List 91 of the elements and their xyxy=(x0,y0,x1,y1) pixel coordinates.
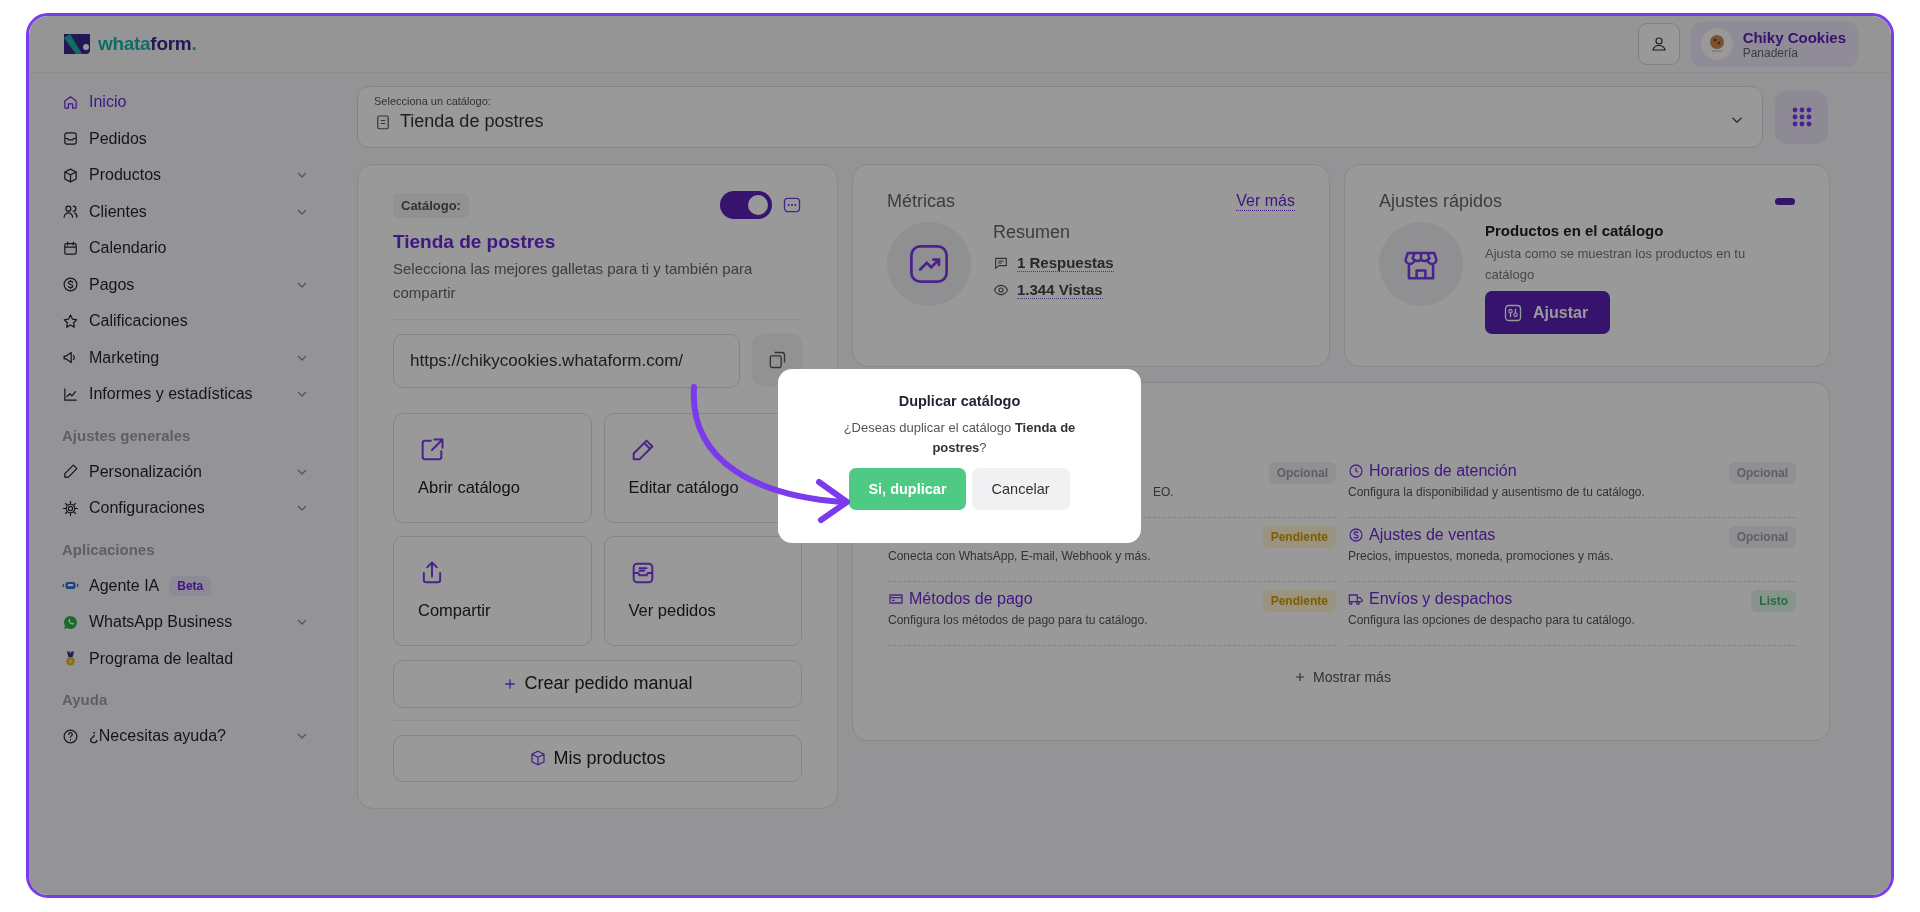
calendar-icon xyxy=(62,239,79,257)
catalog-title: Tienda de postres xyxy=(393,231,557,253)
sidebar-item[interactable]: Pedidos xyxy=(62,120,310,157)
clock-icon xyxy=(1348,463,1364,479)
checklist-description: Configura las opciones de despacho para tu catálogo. xyxy=(1348,613,1635,627)
sliders-icon xyxy=(1503,302,1523,323)
pager-indicator[interactable] xyxy=(1775,198,1795,205)
checklist-description: Conecta con WhatsApp, E-mail, Webhook y más. xyxy=(888,549,1151,563)
gear-icon xyxy=(62,499,79,517)
more-icon[interactable] xyxy=(782,195,802,215)
checklist-link[interactable]: Horarios de atención xyxy=(1348,462,1645,480)
checklist-description: Precios, impuestos, moneda, promociones y más. xyxy=(1348,549,1614,563)
status-badge: Pendiente xyxy=(1262,526,1336,548)
dollar-icon xyxy=(1348,527,1364,543)
user-button[interactable] xyxy=(1637,23,1680,65)
user-icon xyxy=(1649,35,1668,53)
eye-icon xyxy=(993,282,1009,298)
metric-value[interactable]: 1.344 Vistas xyxy=(1017,281,1103,299)
show-more-button[interactable]: Mostrar más xyxy=(1287,668,1397,686)
checklist-description: Configura los métodos de pago para tu catálogo. xyxy=(888,613,1148,627)
inbox-icon xyxy=(62,130,79,148)
metric-value[interactable]: 1 Respuestas xyxy=(1017,254,1114,272)
account-role: Panadería xyxy=(1742,45,1799,60)
dollar-icon xyxy=(62,276,79,294)
toggle-switch[interactable] xyxy=(720,191,772,219)
help-icon xyxy=(62,727,79,745)
sidebar-item[interactable]: Marketing xyxy=(62,339,310,376)
select-label: Selecciona un catálogo: xyxy=(374,95,492,107)
action-tile[interactable]: Abrir catálogo xyxy=(393,413,592,523)
account-chip[interactable]: Chiky Cookies Panadería xyxy=(1690,21,1858,67)
see-more-link[interactable]: Ver más xyxy=(1236,192,1295,211)
sidebar-item[interactable]: Configuraciones xyxy=(62,490,310,527)
checklist-link[interactable]: Métodos de pago xyxy=(888,590,1148,608)
setting-title: Productos en el catálogo xyxy=(1485,222,1665,239)
action-tile[interactable]: Ver pedidos xyxy=(603,536,802,646)
sidebar-heading: Ayuda xyxy=(62,690,109,710)
sidebar-item[interactable]: Inicio xyxy=(62,84,310,121)
url-field[interactable]: https://chikycookies.whataform.com/ xyxy=(393,334,740,388)
select-value: Tienda de postres xyxy=(400,111,544,132)
sidebar-item[interactable]: Productos xyxy=(62,157,310,194)
chart-icon xyxy=(62,385,79,403)
sidebar-item[interactable]: WhatsApp Business xyxy=(62,604,310,641)
dialog-message: ¿Deseas duplicar el catálogo Tienda de postres? xyxy=(842,419,1077,457)
sidebar-item[interactable]: Clientes xyxy=(62,193,310,230)
sidebar-item[interactable]: Informes y estadísticas xyxy=(62,376,310,413)
checklist-description: Configura la disponibilidad y ausentismo de tu catálogo. xyxy=(1348,485,1645,499)
logo-icon xyxy=(62,32,92,56)
truck-icon xyxy=(1348,591,1364,607)
status-badge: Pendiente xyxy=(1262,590,1336,612)
card-title: Métricas xyxy=(887,191,955,212)
box-icon xyxy=(62,166,79,184)
setting-description: Ajusta como se muestran los productos en tu catálogo xyxy=(1485,245,1747,284)
chat-icon xyxy=(993,255,1009,271)
copy-icon xyxy=(767,350,787,370)
sidebar-heading: Aplicaciones xyxy=(62,539,156,560)
home-icon xyxy=(62,93,79,111)
card-title: Ajustes rápidos xyxy=(1379,191,1503,212)
apps-grid-button[interactable] xyxy=(1775,90,1828,144)
account-name: Chiky Cookies xyxy=(1742,28,1846,46)
action-tile[interactable]: Compartir xyxy=(393,536,592,646)
catalog-select[interactable]: Selecciona un catálogo: Tienda de postres xyxy=(357,86,1763,148)
sidebar-item[interactable]: Agente IA Beta xyxy=(62,567,310,604)
sidebar-item[interactable]: Calificaciones xyxy=(62,303,310,340)
clipboard-icon xyxy=(374,112,392,131)
summary-label: Resumen xyxy=(993,222,1072,243)
checklist-description: EO. xyxy=(1153,485,1174,499)
status-badge: Listo xyxy=(1751,590,1796,612)
sidebar-item[interactable]: Calendario xyxy=(62,230,310,267)
box-icon xyxy=(529,749,548,768)
checklist-link[interactable]: Ajustes de ventas xyxy=(1348,526,1614,544)
sidebar-item[interactable]: Personalización xyxy=(62,453,310,490)
create-order-button[interactable]: Crear pedido manual xyxy=(393,660,802,708)
beta-badge: Beta xyxy=(169,575,212,596)
pen-icon xyxy=(62,463,79,481)
adjust-button[interactable]: Ajustar xyxy=(1485,291,1611,334)
avatar-icon xyxy=(1700,28,1733,60)
sidebar-item[interactable]: Programa de lealtad xyxy=(62,640,310,677)
sidebar-item[interactable]: ¿Necesitas ayuda? xyxy=(62,718,310,755)
logo: whataform. xyxy=(98,33,197,55)
cancel-button[interactable]: Cancelar xyxy=(971,468,1070,510)
dialog-title: Duplicar catálogo xyxy=(897,393,1022,409)
products-button[interactable]: Mis productos xyxy=(393,734,802,782)
sidebar-item[interactable]: Pagos xyxy=(62,266,310,303)
catalog-description: Selecciona las mejores galletas para ti y también para compartir xyxy=(393,257,802,320)
sidebar-heading: Ajustes generales xyxy=(62,425,192,446)
checklist-link[interactable]: Envíos y despachos xyxy=(1348,590,1635,608)
users-icon xyxy=(62,203,79,221)
chat-icon xyxy=(62,613,79,631)
star-icon xyxy=(62,312,79,330)
card-icon xyxy=(888,591,904,607)
catalog-tag: Catálogo: xyxy=(393,192,469,218)
